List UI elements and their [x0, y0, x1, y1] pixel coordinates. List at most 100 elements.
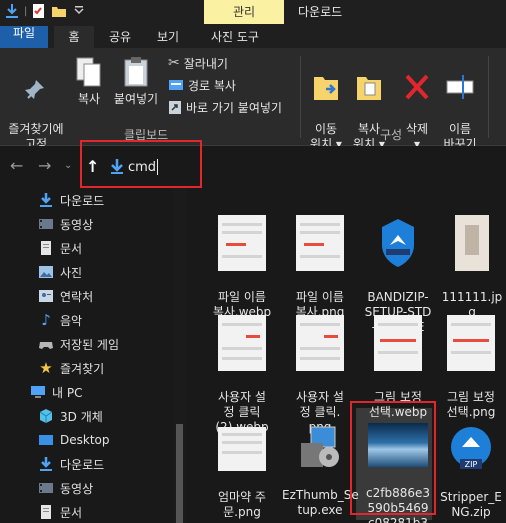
copy-icon: [76, 57, 101, 87]
contacts-icon: [39, 290, 53, 302]
window-title: 다운로드: [298, 5, 343, 19]
selection-highlight-box: [350, 401, 436, 515]
title-bar: | 관리 다운로드: [0, 0, 506, 26]
paste-shortcut-label: 바로 가기 붙여넣기: [186, 100, 282, 115]
games-icon: [39, 342, 53, 349]
pin-icon: [25, 80, 44, 99]
sidebar-item-label: 연락처: [60, 289, 94, 304]
copy-to-icon: [357, 77, 381, 100]
desktop-icon: [39, 435, 53, 445]
sidebar-item-label: 문서: [60, 241, 83, 256]
image-thumbnail: [447, 315, 495, 371]
video-icon: [39, 219, 53, 229]
sidebar-item-3d-objects[interactable]: 3D 개체: [0, 404, 186, 428]
sidebar-item-label: 내 PC: [52, 385, 83, 400]
document-icon: [41, 241, 51, 255]
tab-file[interactable]: 파일: [0, 26, 48, 48]
image-thumbnail: [218, 215, 266, 271]
sidebar-item-music[interactable]: ♪ 음악: [0, 308, 186, 332]
file-item[interactable]: 그림 보정 선택.png: [436, 300, 506, 420]
paste-button[interactable]: 붙여넣기: [108, 56, 164, 107]
properties-icon[interactable]: [31, 3, 47, 19]
move-to-icon: [314, 77, 338, 100]
sidebar-item-documents[interactable]: 문서: [0, 236, 186, 260]
sidebar-item-desktop[interactable]: Desktop: [0, 428, 186, 452]
ribbon-separator: [300, 56, 301, 138]
star-icon: ★: [39, 359, 53, 377]
tab-photo-tools[interactable]: 사진 도구: [196, 26, 274, 48]
sidebar-item-label: 문서: [60, 505, 83, 520]
quick-access-toolbar: |: [4, 3, 87, 19]
copy-label: 복사: [77, 92, 101, 106]
copy-path-button[interactable]: 경로 복사: [168, 76, 236, 94]
file-item[interactable]: EzThumb_Se tup.exe: [282, 410, 359, 518]
paste-shortcut-button[interactable]: 바로 가기 붙여넣기: [168, 98, 282, 116]
sidebar-item-downloads-pc[interactable]: 다운로드: [0, 452, 186, 476]
rename-button[interactable]: 이름 바꾸기: [440, 56, 480, 152]
sidebar-item-videos[interactable]: 동영상: [0, 212, 186, 236]
image-thumbnail: [296, 215, 344, 271]
sidebar-item-favorites[interactable]: ★ 즐겨찾기: [0, 356, 186, 380]
installer-icon: [301, 426, 339, 467]
pc-icon: [31, 386, 45, 398]
sidebar-item-videos-pc[interactable]: 동영상: [0, 476, 186, 500]
sidebar-item-downloads[interactable]: 다운로드: [0, 188, 186, 212]
move-to-button[interactable]: 이동 위치 ▾: [308, 56, 344, 152]
image-thumbnail: [455, 215, 489, 271]
rename-icon: [446, 75, 474, 99]
sidebar-item-label: 음악: [60, 313, 83, 328]
forward-icon[interactable]: →: [38, 156, 51, 175]
sidebar-item-label: Desktop: [60, 433, 110, 447]
file-item[interactable]: 엄마약 주 문.png: [204, 412, 280, 520]
pin-to-quick-access-button[interactable]: 즐겨찾기에 고정: [4, 62, 68, 152]
context-tab-manage[interactable]: 관리: [204, 0, 284, 24]
image-thumbnail: [296, 315, 344, 371]
back-icon[interactable]: ←: [10, 156, 23, 175]
sidebar-item-label: 다운로드: [60, 457, 105, 472]
download-icon: [40, 193, 52, 207]
sidebar-item-label: 사진: [60, 265, 83, 280]
copy-path-icon: [169, 80, 183, 90]
sidebar-item-label: 3D 개체: [60, 409, 103, 424]
svg-text:ZIP: ZIP: [465, 460, 478, 469]
tab-view[interactable]: 보기: [148, 26, 188, 48]
delete-button[interactable]: 삭제 ▾: [398, 56, 436, 152]
ribbon-tabs: 파일 홈 공유 보기 사진 도구: [0, 26, 506, 48]
image-thumbnail: [374, 315, 422, 371]
file-name: EzThumb_Se tup.exe: [282, 488, 359, 517]
sidebar-item-contacts[interactable]: 연락처: [0, 284, 186, 308]
address-highlight-box: [80, 140, 202, 188]
file-item[interactable]: ZIP Stripper_E NG.zip: [436, 410, 506, 520]
scissors-icon: ✂: [168, 55, 180, 71]
download-icon: [40, 457, 52, 471]
chevron-down-icon[interactable]: [71, 3, 87, 19]
file-name: 엄마약 주 문.png: [218, 490, 266, 519]
download-icon[interactable]: [4, 3, 20, 19]
image-thumbnail: [218, 427, 266, 471]
sidebar-item-this-pc[interactable]: 내 PC: [0, 380, 186, 404]
sidebar-item-documents-pc[interactable]: 문서: [0, 500, 186, 523]
sidebar-item-pictures[interactable]: 사진: [0, 260, 186, 284]
cut-label: 잘라내기: [183, 56, 228, 71]
sidebar-item-saved-games[interactable]: 저장된 게임: [0, 332, 186, 356]
sidebar-item-label: 동영상: [60, 481, 94, 496]
music-icon: ♪: [41, 311, 51, 329]
sidebar-scrollbar[interactable]: [173, 188, 186, 523]
tab-home[interactable]: 홈: [54, 26, 94, 48]
copy-button[interactable]: 복사: [70, 56, 108, 107]
ribbon-separator: [488, 56, 489, 138]
paste-icon: [124, 57, 148, 87]
cut-button[interactable]: ✂ 잘라내기: [168, 54, 228, 72]
pictures-icon: [39, 266, 53, 278]
scrollbar-thumb[interactable]: [176, 424, 183, 523]
separator-icon: |: [24, 5, 28, 17]
sidebar-item-label: 저장된 게임: [60, 337, 120, 352]
video-icon: [39, 483, 53, 493]
sidebar-item-label: 동영상: [60, 217, 94, 232]
paste-shortcut-icon: [169, 101, 181, 114]
navigation-pane: 다운로드 동영상 문서 사진 연락처 ♪ 음악 저장된 게임 ★ 즐겨찾기 내 …: [0, 188, 186, 523]
chevron-down-icon[interactable]: ⌄: [64, 160, 72, 171]
document-icon: [41, 505, 51, 519]
tab-share[interactable]: 공유: [100, 26, 140, 48]
new-folder-icon[interactable]: [51, 3, 67, 19]
